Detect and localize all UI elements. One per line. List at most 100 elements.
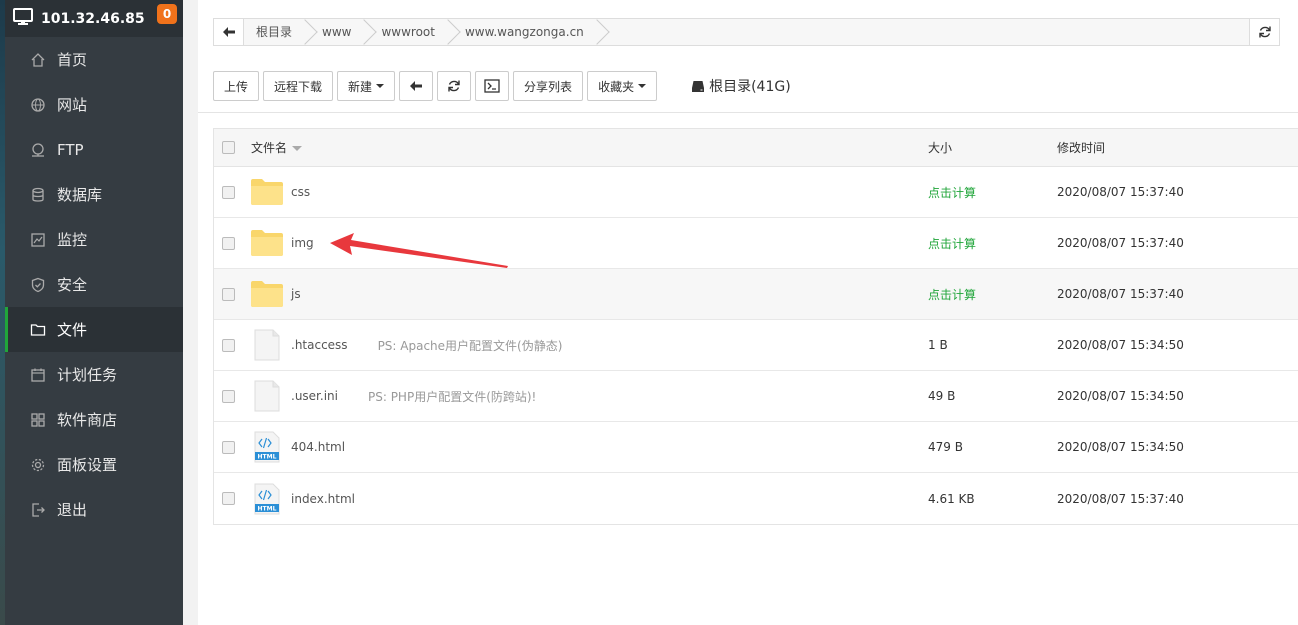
go-back-button[interactable] bbox=[399, 71, 434, 101]
server-header: 101.32.46.85 0 bbox=[5, 0, 183, 37]
sidebar-item-files[interactable]: 文件 bbox=[5, 307, 183, 352]
sidebar: 101.32.46.85 0 首页 网站 FTP 数据库 监控 安全 文件 计划… bbox=[0, 0, 183, 625]
select-all-checkbox[interactable] bbox=[222, 141, 235, 154]
file-size: 1 B bbox=[928, 338, 948, 352]
modified-time: 2020/08/07 15:34:50 bbox=[1057, 440, 1184, 454]
file-name[interactable]: .htaccess bbox=[291, 338, 348, 352]
sidebar-item-security[interactable]: 安全 bbox=[5, 262, 183, 307]
file-name[interactable]: index.html bbox=[291, 492, 355, 506]
breadcrumb-item-wwwroot[interactable]: wwwroot bbox=[367, 19, 451, 45]
file-size: 49 B bbox=[928, 389, 956, 403]
sidebar-item-database[interactable]: 数据库 bbox=[5, 172, 183, 217]
table-row[interactable]: css 点击计算 2020/08/07 15:37:40 bbox=[214, 167, 1298, 218]
file-name[interactable]: css bbox=[291, 185, 310, 199]
sidebar-item-ftp[interactable]: FTP bbox=[5, 127, 183, 172]
back-button[interactable] bbox=[214, 19, 244, 45]
file-icon bbox=[254, 329, 280, 361]
row-checkbox[interactable] bbox=[222, 236, 235, 250]
share-list-button[interactable]: 分享列表 bbox=[513, 71, 584, 101]
table-row[interactable]: HTML 404.html 479 B 2020/08/07 15:34:50 bbox=[214, 422, 1298, 473]
column-header-modified: 修改时间 bbox=[1057, 141, 1106, 155]
sidebar-item-settings[interactable]: 面板设置 bbox=[5, 442, 183, 487]
sidebar-item-logout[interactable]: 退出 bbox=[5, 487, 183, 532]
file-name[interactable]: .user.ini bbox=[291, 389, 338, 403]
shield-icon bbox=[29, 276, 47, 294]
sidebar-item-label: 数据库 bbox=[57, 186, 103, 204]
refresh-button[interactable] bbox=[437, 71, 472, 101]
table-row[interactable]: .htaccess PS: Apache用户配置文件(伪静态) 1 B 2020… bbox=[214, 320, 1298, 371]
folder-icon bbox=[251, 281, 283, 307]
sidebar-item-label: FTP bbox=[57, 140, 84, 159]
table-row[interactable]: js 点击计算 2020/08/07 15:37:40 bbox=[214, 269, 1298, 320]
breadcrumb: 根目录 www wwwroot www.wangzonga.cn bbox=[213, 18, 1280, 46]
folder-icon bbox=[251, 179, 283, 205]
row-checkbox[interactable] bbox=[222, 389, 235, 403]
upload-button[interactable]: 上传 bbox=[213, 71, 260, 101]
column-header-name[interactable]: 文件名 bbox=[251, 139, 303, 156]
arrow-left-icon bbox=[410, 81, 423, 91]
favorites-label: 收藏夹 bbox=[598, 79, 635, 94]
hdd-icon bbox=[692, 80, 705, 92]
file-size: 479 B bbox=[928, 440, 963, 454]
calendar-icon bbox=[29, 366, 47, 384]
calculate-size-link[interactable]: 点击计算 bbox=[919, 184, 1057, 201]
path-refresh-button[interactable] bbox=[1249, 19, 1279, 45]
disk-selector[interactable]: 根目录(41G) bbox=[691, 76, 791, 96]
table-row[interactable]: img 点击计算 2020/08/07 15:37:40 bbox=[214, 218, 1298, 269]
breadcrumb-item-www[interactable]: www bbox=[308, 19, 367, 45]
breadcrumb-item-root[interactable]: 根目录 bbox=[244, 19, 308, 45]
breadcrumb-item-site[interactable]: www.wangzonga.cn bbox=[451, 19, 600, 45]
home-icon bbox=[29, 51, 47, 69]
row-checkbox[interactable] bbox=[222, 440, 235, 454]
monitor-chart-icon bbox=[29, 231, 47, 249]
folder-icon bbox=[251, 230, 283, 256]
file-name[interactable]: 404.html bbox=[291, 440, 345, 454]
sidebar-menu: 首页 网站 FTP 数据库 监控 安全 文件 计划任务 软件商店 面板设置 退出 bbox=[5, 37, 183, 532]
row-checkbox[interactable] bbox=[222, 185, 235, 199]
sidebar-item-cron[interactable]: 计划任务 bbox=[5, 352, 183, 397]
new-dropdown-button[interactable]: 新建 bbox=[337, 71, 396, 101]
file-note: PS: PHP用户配置文件(防跨站)! bbox=[367, 389, 537, 404]
row-checkbox[interactable] bbox=[222, 287, 235, 301]
sidebar-item-monitor[interactable]: 监控 bbox=[5, 217, 183, 262]
sidebar-item-home[interactable]: 首页 bbox=[5, 37, 183, 82]
html-file-icon: HTML bbox=[254, 483, 280, 514]
arrow-left-icon bbox=[222, 27, 235, 37]
sidebar-item-label: 网站 bbox=[57, 96, 88, 114]
toolbar: 上传 远程下载 新建 分享列表 收藏夹 根目录(41G) bbox=[213, 71, 791, 101]
notification-badge[interactable]: 0 bbox=[157, 4, 177, 24]
row-checkbox[interactable] bbox=[222, 338, 235, 352]
table-row[interactable]: HTML index.html 4.61 KB 2020/08/07 15:37… bbox=[214, 473, 1298, 524]
calculate-size-link[interactable]: 点击计算 bbox=[919, 235, 1057, 252]
sidebar-item-store[interactable]: 软件商店 bbox=[5, 397, 183, 442]
file-icon bbox=[254, 380, 280, 412]
new-label: 新建 bbox=[348, 79, 373, 94]
refresh-icon bbox=[448, 80, 460, 92]
modified-time: 2020/08/07 15:37:40 bbox=[1057, 185, 1184, 199]
divider bbox=[198, 112, 1298, 113]
column-header-size: 大小 bbox=[928, 141, 953, 155]
row-checkbox[interactable] bbox=[222, 492, 235, 505]
ftp-icon bbox=[29, 141, 47, 159]
remote-download-button[interactable]: 远程下载 bbox=[263, 71, 334, 101]
modified-time: 2020/08/07 15:37:40 bbox=[1057, 491, 1184, 506]
caret-down-icon bbox=[376, 84, 385, 88]
sidebar-item-label: 监控 bbox=[57, 231, 88, 249]
file-name[interactable]: img bbox=[291, 236, 314, 250]
sidebar-item-label: 退出 bbox=[57, 501, 88, 519]
calculate-size-link[interactable]: 点击计算 bbox=[919, 286, 1057, 303]
file-manager: 根目录 www wwwroot www.wangzonga.cn 上传 远程下载… bbox=[198, 0, 1298, 625]
refresh-icon bbox=[1258, 26, 1271, 38]
sidebar-item-label: 安全 bbox=[57, 276, 88, 294]
sidebar-item-label: 计划任务 bbox=[57, 366, 118, 384]
table-row[interactable]: .user.ini PS: PHP用户配置文件(防跨站)! 49 B 2020/… bbox=[214, 371, 1298, 422]
sidebar-item-websites[interactable]: 网站 bbox=[5, 82, 183, 127]
logout-icon bbox=[29, 501, 47, 519]
favorites-dropdown-button[interactable]: 收藏夹 bbox=[587, 71, 658, 101]
modified-time: 2020/08/07 15:34:50 bbox=[1057, 389, 1184, 403]
terminal-icon bbox=[484, 79, 500, 93]
sort-down-icon bbox=[292, 146, 303, 151]
terminal-button[interactable] bbox=[475, 71, 510, 101]
svg-text:HTML: HTML bbox=[258, 505, 277, 512]
file-name[interactable]: js bbox=[291, 287, 301, 301]
